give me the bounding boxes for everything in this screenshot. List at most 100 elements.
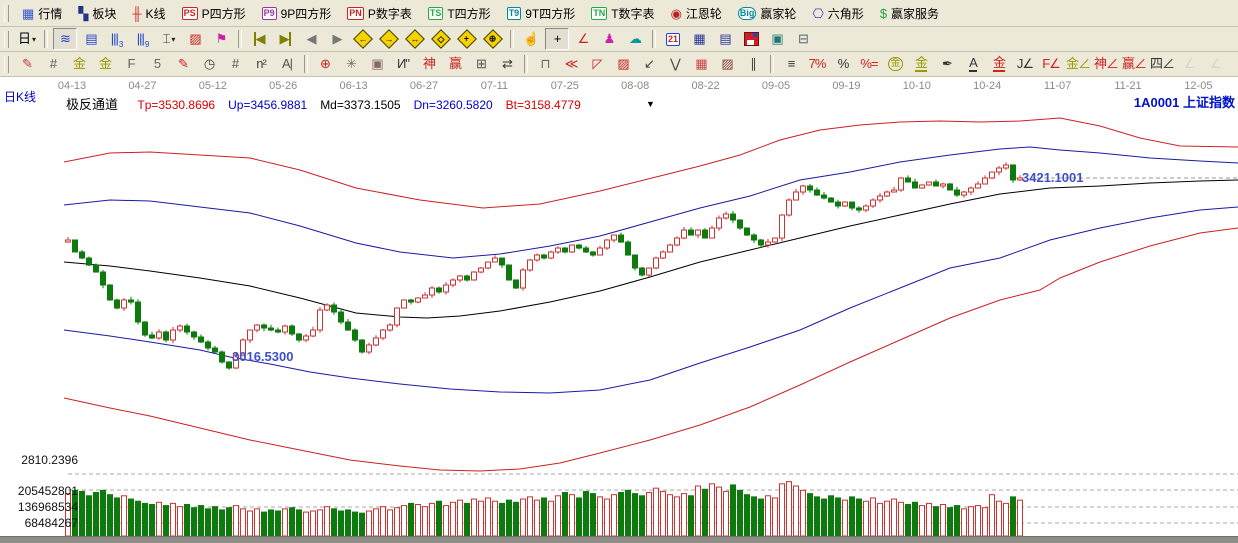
menu-hexagon[interactable]: ⎔ 六角形 xyxy=(804,3,871,24)
draw-gold-grid-button[interactable]: 金 xyxy=(67,53,91,75)
draw-gold-channel-button[interactable]: 金 xyxy=(909,53,933,75)
minute-9-chart-button[interactable]: ||| 9 xyxy=(131,28,155,50)
draw-si-angle-button[interactable]: 四∠ xyxy=(1149,53,1175,75)
draw-f-grid-button[interactable]: F xyxy=(119,53,143,75)
draw-ink-pen-button[interactable]: ✒ xyxy=(935,53,959,75)
draw-percent7-button[interactable]: 7% xyxy=(805,53,829,75)
draw-f-angle-button[interactable]: F∠ xyxy=(1039,53,1063,75)
draw-grid-button[interactable]: # xyxy=(41,53,65,75)
quote-list-button[interactable]: ▤ xyxy=(79,28,103,50)
menu-9t-square[interactable]: T9 9T四方形 xyxy=(499,3,584,24)
draw-pen-button[interactable]: ✎ xyxy=(15,53,39,75)
draw-percent-line-button[interactable]: %= xyxy=(857,53,881,75)
toolbar-grip[interactable] xyxy=(4,30,9,48)
draw-circle-cross-button[interactable]: ⊕ xyxy=(313,53,337,75)
draw-si-angle-button-icon: 四∠ xyxy=(1150,56,1175,71)
draw-shen-angle-button[interactable]: 神∠ xyxy=(1093,53,1119,75)
first-page-button[interactable]: ◀ xyxy=(247,28,271,50)
draw-gold-circle-button[interactable]: 金 xyxy=(883,53,907,75)
candle-style-dropdown[interactable]: ⌶ ▾ xyxy=(157,28,181,50)
draw-angle-disabled-2[interactable]: ∠ xyxy=(1203,53,1227,75)
angle-tool-button[interactable]: ∠ xyxy=(571,28,595,50)
menu-t-digit-table[interactable]: TN T数字表 xyxy=(583,3,662,24)
shrink-right-diamond-button[interactable]: → xyxy=(377,28,401,50)
toolbar-grip[interactable] xyxy=(4,4,9,22)
draw-red-pen-button[interactable]: ✎ xyxy=(171,53,195,75)
draw-j-angle-button[interactable]: J∠ xyxy=(1013,53,1037,75)
menu-kline[interactable]: ╫ K线 xyxy=(124,3,173,24)
draw-ying-button[interactable]: 赢 xyxy=(443,53,467,75)
draw-fan-box-button[interactable]: ◸ xyxy=(585,53,609,75)
compress-diamond-button[interactable]: ◇ xyxy=(429,28,453,50)
cloud-tool-button[interactable]: ☁ xyxy=(623,28,647,50)
menu-winner-wheel[interactable]: Big 赢家轮 xyxy=(730,3,805,24)
draw-gold-angle-button[interactable]: 金∠ xyxy=(1065,53,1091,75)
candle-body xyxy=(142,321,148,336)
draw-grid-123-button[interactable]: ⊞ xyxy=(469,53,493,75)
draw-zigzag-button[interactable]: ⋁ xyxy=(663,53,687,75)
draw-star-circle-button[interactable]: ✳ xyxy=(339,53,363,75)
menu-quotes[interactable]: ▦ 行情 xyxy=(14,3,70,24)
channel-line-up xyxy=(63,146,1238,259)
draw-percent-button[interactable]: % xyxy=(831,53,855,75)
shrink-left-diamond-button-icon: ← xyxy=(353,29,373,49)
minute-3-chart-button[interactable]: ||| 3 xyxy=(105,28,129,50)
expand-diamond-button[interactable]: ↔ xyxy=(403,28,427,50)
chip-distribution-button[interactable]: ▨ xyxy=(183,28,207,50)
menu-winner-service[interactable]: $ 赢家服务 xyxy=(872,3,947,24)
kline-chart-canvas[interactable] xyxy=(0,77,1238,542)
draw-box-button[interactable]: ⊓ xyxy=(533,53,557,75)
move-diamond-button[interactable]: ⊕ xyxy=(481,28,505,50)
candle-body xyxy=(576,244,582,249)
draw-small-grid-button[interactable]: # xyxy=(223,53,247,75)
draw-span-arrows-button[interactable]: ⇄ xyxy=(495,53,519,75)
menu-t-square[interactable]: TS T四方形 xyxy=(420,3,499,24)
draw-gann-fan-button[interactable]: ≪ xyxy=(559,53,583,75)
draw-parallel-button[interactable]: ∥ xyxy=(741,53,765,75)
menu-p-digit-table[interactable]: PN P数字表 xyxy=(339,3,420,24)
crosshair-tool-button[interactable]: + xyxy=(545,28,569,50)
center-diamond-button[interactable]: + xyxy=(455,28,479,50)
draw-diag-grid-button[interactable]: ▨ xyxy=(715,53,739,75)
draw-a-channel-button[interactable]: A xyxy=(961,53,985,75)
draw-ying-angle-button[interactable]: 赢∠ xyxy=(1121,53,1147,75)
draw-price-scale-button[interactable]: ≡ xyxy=(779,53,803,75)
candle-body xyxy=(254,324,260,331)
draw-clock-button[interactable]: ◷ xyxy=(197,53,221,75)
trend-chart-button[interactable]: ≋ xyxy=(53,28,77,50)
draw-a-line-button[interactable]: A| xyxy=(275,53,299,75)
hand-tool-button[interactable]: ☝ xyxy=(519,28,543,50)
export-button[interactable]: ▣ xyxy=(765,28,789,50)
draw-5-grid-button[interactable]: 5 xyxy=(145,53,169,75)
draw-k-mark-button[interactable]: И" xyxy=(391,53,415,75)
draw-n2-button[interactable]: n² xyxy=(249,53,273,75)
indicator-flag-button[interactable]: ⚑ xyxy=(209,28,233,50)
menu-gann-wheel[interactable]: ◉ 江恩轮 xyxy=(663,3,730,24)
candle-body xyxy=(793,191,799,201)
next-page-button[interactable]: ▶ xyxy=(325,28,349,50)
draw-shen-button[interactable]: 神 xyxy=(417,53,441,75)
gann-shape-tool-button[interactable]: ♟ xyxy=(597,28,621,50)
notes-button[interactable]: ▤ xyxy=(713,28,737,50)
draw-square-target-button[interactable]: ▣ xyxy=(365,53,389,75)
toolbar-grip[interactable] xyxy=(4,55,9,73)
draw-shen-button-icon: 神 xyxy=(422,56,436,71)
draw-shaded-box-button[interactable]: ▨ xyxy=(611,53,635,75)
prev-page-button[interactable]: ◀ xyxy=(299,28,323,50)
draw-red-grid-button[interactable]: ▦ xyxy=(689,53,713,75)
draw-angle-disabled-1[interactable]: ∠ xyxy=(1177,53,1201,75)
menu-9p-square[interactable]: P9 9P四方形 xyxy=(254,3,340,24)
calendar-button[interactable]: 21 xyxy=(661,28,685,50)
draw-arrow-lines-button[interactable]: ↙ xyxy=(637,53,661,75)
draw-gold-grid2-button[interactable]: 金 xyxy=(93,53,117,75)
save-button[interactable] xyxy=(739,28,763,50)
draw-gold-underline-button[interactable]: 金 xyxy=(987,53,1011,75)
print-button[interactable]: ⊟ xyxy=(791,28,815,50)
last-page-button[interactable]: ▶ xyxy=(273,28,297,50)
menu-sectors[interactable]: ▚ 板块 xyxy=(70,3,124,24)
period-day-dropdown[interactable]: 日 ▾ xyxy=(15,28,39,50)
calculator-button[interactable]: ▦ xyxy=(687,28,711,50)
shrink-left-diamond-button[interactable]: ← xyxy=(351,28,375,50)
volume-bar xyxy=(177,506,183,537)
menu-p-square[interactable]: PS P四方形 xyxy=(174,3,254,24)
